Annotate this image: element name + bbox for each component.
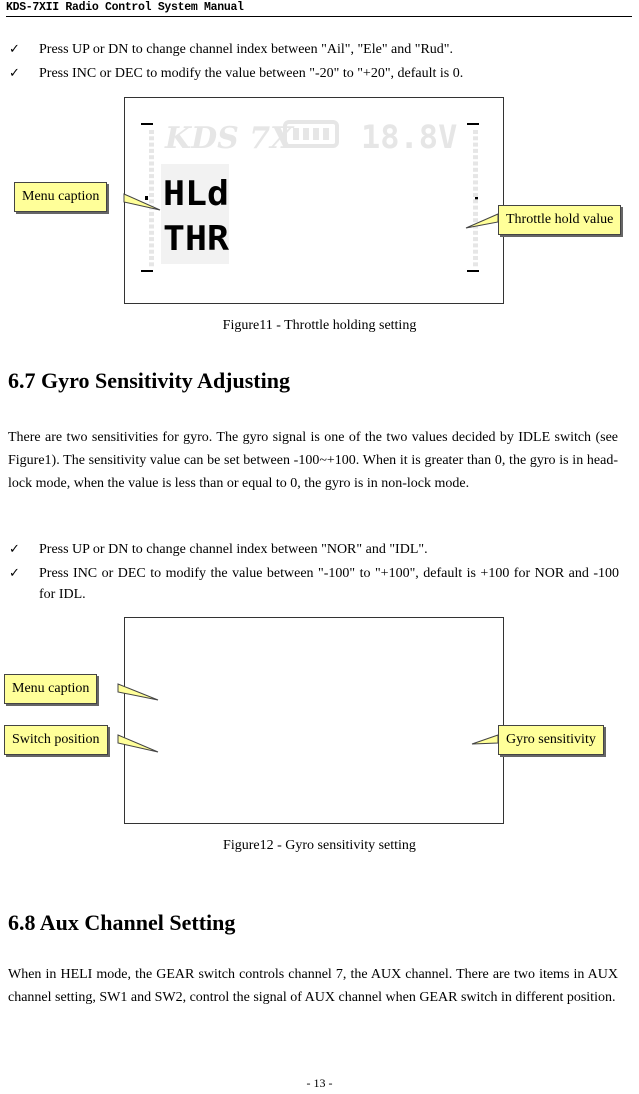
- lcd-trim-meter-right: [473, 193, 478, 197]
- lcd-trim-meter-right: [473, 256, 478, 260]
- lcd-menu-caption: HLd: [163, 174, 229, 214]
- lcd-trim-meter-left: [149, 161, 154, 166]
- lcd-trim-meter-left: [149, 180, 154, 185]
- lcd-display-graphic: [125, 618, 503, 823]
- lcd-trim-meter-left: [149, 186, 154, 191]
- lcd-trim-meter-left: [149, 243, 154, 248]
- lcd-figure-throttle-hold: KDS 7X 18.8V HLd THR: [124, 97, 504, 304]
- lcd-trim-meter-left: [149, 193, 154, 197]
- bullet-text: Press INC or DEC to modify the value bet…: [39, 66, 464, 81]
- callout-menu-caption: Menu caption: [4, 674, 98, 704]
- lcd-trim-meter-right: [473, 249, 478, 254]
- checkmark-icon: ✓: [9, 566, 20, 581]
- lcd-trim-meter-right: [473, 180, 478, 185]
- lcd-side-dot: [145, 196, 148, 200]
- lcd-display-graphic: KDS 7X 18.8V HLd THR: [141, 118, 479, 272]
- checkmark-icon: ✓: [9, 542, 20, 557]
- section-paragraph: When in HELI mode, the GEAR switch contr…: [8, 967, 618, 1005]
- lcd-trim-meter-right: [473, 224, 478, 229]
- figure-caption: Figure12 - Gyro sensitivity setting: [223, 838, 416, 853]
- callout-switch-position: Switch position: [4, 725, 108, 755]
- lcd-trim-meter-right: [473, 199, 478, 204]
- bullet-text: Press INC or DEC to modify the value bet…: [39, 566, 619, 602]
- lcd-trim-meter-right: [473, 211, 478, 216]
- lcd-trim-meter-right: [473, 262, 478, 267]
- lcd-trim-meter-right: [473, 237, 478, 242]
- lcd-trim-meter-left: [149, 174, 154, 179]
- checkmark-icon: ✓: [9, 42, 20, 57]
- lcd-trim-meter-right: [473, 130, 478, 134]
- lcd-trim-meter-left: [149, 262, 154, 267]
- checkmark-icon: ✓: [9, 66, 20, 81]
- page-number: - 13 -: [306, 1076, 333, 1090]
- section-heading: 6.8 Aux Channel Setting: [8, 910, 236, 935]
- lcd-figure-gyro-sensitivity: [124, 617, 504, 824]
- lcd-trim-meter-right: [473, 205, 478, 210]
- lcd-trim-meter-left: [149, 224, 154, 229]
- lcd-trim-meter-left: [149, 136, 154, 141]
- lcd-trim-meter-left: [149, 167, 154, 172]
- callout-throttle-hold-value: Throttle hold value: [498, 205, 622, 235]
- callout-menu-caption: Menu caption: [14, 182, 108, 212]
- lcd-trim-meter-right: [473, 136, 478, 141]
- lcd-trim-meter-left: [149, 237, 154, 242]
- lcd-voltage-label: 18.8V: [361, 118, 457, 156]
- lcd-trim-meter-right: [473, 218, 478, 223]
- lcd-trim-meter-left: [149, 249, 154, 254]
- lcd-trim-meter-left: [149, 199, 154, 204]
- lcd-trim-meter-right: [473, 230, 478, 235]
- lcd-trim-meter-right: [473, 186, 478, 191]
- callout-gyro-sensitivity: Gyro sensitivity: [498, 725, 604, 755]
- lcd-corner-tick: [141, 123, 153, 125]
- lcd-corner-tick: [141, 270, 153, 272]
- figure-caption: Figure11 - Throttle holding setting: [222, 318, 417, 333]
- document-header-title: KDS-7XII Radio Control System Manual: [6, 1, 244, 14]
- lcd-trim-meter-right: [473, 174, 478, 179]
- lcd-trim-meter-right: [473, 243, 478, 248]
- lcd-menu-subcaption: THR: [163, 219, 230, 259]
- lcd-trim-meter-left: [149, 211, 154, 216]
- lcd-trim-meter-left: [149, 148, 154, 153]
- lcd-trim-meter-left: [149, 256, 154, 260]
- lcd-corner-tick: [467, 123, 479, 125]
- lcd-trim-meter-left: [149, 142, 154, 147]
- bullet-text: Press UP or DN to change channel index b…: [39, 542, 428, 557]
- lcd-trim-meter-left: [149, 218, 154, 223]
- lcd-trim-meter-right: [473, 161, 478, 166]
- lcd-trim-meter-right: [473, 142, 478, 147]
- bullet-text: Press UP or DN to change channel index b…: [39, 42, 454, 57]
- section-paragraph: There are two sensitivities for gyro. Th…: [8, 430, 618, 491]
- lcd-trim-meter-left: [149, 230, 154, 235]
- lcd-trim-meter-left: [149, 205, 154, 210]
- lcd-trim-meter-right: [473, 167, 478, 172]
- lcd-corner-tick: [467, 270, 479, 272]
- lcd-trim-meter-left: [149, 130, 154, 134]
- header-rule: [6, 16, 632, 17]
- lcd-trim-meter-right: [473, 148, 478, 153]
- lcd-brand-label: KDS 7X: [164, 121, 295, 156]
- lcd-trim-meter-left: [149, 155, 154, 160]
- section-heading: 6.7 Gyro Sensitivity Adjusting: [8, 368, 290, 393]
- lcd-trim-meter-right: [473, 155, 478, 160]
